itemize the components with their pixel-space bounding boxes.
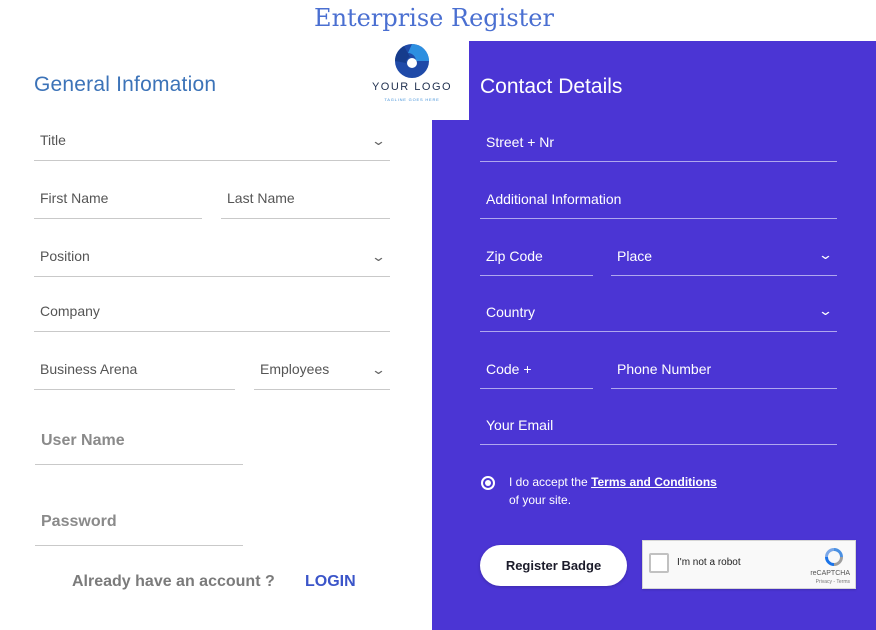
- password-field[interactable]: Password: [35, 506, 243, 546]
- chevron-down-icon: ⌄: [370, 362, 387, 377]
- recaptcha-icon: [825, 548, 843, 566]
- terms-link[interactable]: Terms and Conditions: [591, 475, 717, 489]
- user-name-label: User Name: [41, 432, 125, 449]
- register-badge-button[interactable]: Register Badge: [480, 545, 627, 586]
- place-select[interactable]: Place ⌄: [611, 236, 837, 276]
- chevron-down-icon: ⌄: [817, 247, 834, 262]
- recaptcha-widget: I'm not a robot reCAPTCHA Privacy - Term…: [642, 540, 856, 589]
- position-label: Position: [40, 248, 90, 264]
- additional-info-label: Additional Information: [486, 191, 622, 207]
- contact-panel: Contact Details Street + Nr Additional I…: [432, 41, 876, 630]
- logo-text: YOUR LOGO: [371, 81, 453, 93]
- email-label: Your Email: [486, 417, 554, 433]
- terms-suffix: of your site.: [509, 493, 572, 507]
- logo-box: YOUR LOGO TAGLINE GOES HERE: [364, 41, 469, 120]
- phone-number-label: Phone Number: [617, 361, 712, 377]
- country-code-label: Code +: [486, 361, 532, 377]
- accept-terms-radio[interactable]: [481, 476, 495, 490]
- password-label: Password: [41, 513, 117, 530]
- title-select[interactable]: Title ⌄: [34, 121, 390, 161]
- terms-text: I do accept the Terms and Conditions of …: [509, 473, 769, 509]
- register-page: Enterprise Register General Infomation T…: [0, 0, 876, 630]
- business-arena-label: Business Arena: [40, 361, 138, 377]
- position-select[interactable]: Position ⌄: [34, 237, 390, 277]
- last-name-field[interactable]: Last Name: [221, 179, 390, 219]
- page-title: Enterprise Register: [314, 4, 554, 32]
- additional-info-field[interactable]: Additional Information: [480, 179, 837, 219]
- employees-label: Employees: [260, 361, 330, 377]
- contact-heading: Contact Details: [480, 75, 623, 98]
- company-field[interactable]: Company: [34, 292, 390, 332]
- logo-tagline: TAGLINE GOES HERE: [384, 97, 440, 102]
- captcha-privacy-links[interactable]: Privacy - Terms: [816, 579, 850, 585]
- country-label: Country: [486, 304, 536, 320]
- already-have-account-text: Already have an account ?: [72, 573, 275, 590]
- place-label: Place: [617, 248, 653, 264]
- chevron-down-icon: ⌄: [370, 133, 387, 148]
- title-label: Title: [40, 132, 66, 148]
- country-code-field[interactable]: Code +: [480, 349, 593, 389]
- phone-number-field[interactable]: Phone Number: [611, 349, 837, 389]
- captcha-brand: reCAPTCHA: [810, 570, 850, 577]
- captcha-label: I'm not a robot: [677, 557, 741, 568]
- email-field[interactable]: Your Email: [480, 405, 837, 445]
- logo-mark-icon: [395, 44, 429, 78]
- first-name-field[interactable]: First Name: [34, 179, 202, 219]
- country-select[interactable]: Country ⌄: [480, 292, 837, 332]
- employees-select[interactable]: Employees ⌄: [254, 350, 390, 390]
- chevron-down-icon: ⌄: [817, 303, 834, 318]
- company-label: Company: [40, 303, 100, 319]
- business-arena-field[interactable]: Business Arena: [34, 350, 235, 390]
- terms-prefix: I do accept the: [509, 475, 592, 489]
- street-field[interactable]: Street + Nr: [480, 122, 837, 162]
- chevron-down-icon: ⌄: [370, 249, 387, 264]
- street-label: Street + Nr: [486, 134, 555, 150]
- zip-code-field[interactable]: Zip Code: [480, 236, 593, 276]
- last-name-label: Last Name: [227, 190, 295, 206]
- first-name-label: First Name: [40, 190, 109, 206]
- captcha-checkbox[interactable]: [649, 553, 669, 573]
- zip-code-label: Zip Code: [486, 248, 543, 264]
- general-heading: General Infomation: [34, 73, 217, 96]
- login-link[interactable]: LOGIN: [305, 573, 356, 591]
- user-name-field[interactable]: User Name: [35, 425, 243, 465]
